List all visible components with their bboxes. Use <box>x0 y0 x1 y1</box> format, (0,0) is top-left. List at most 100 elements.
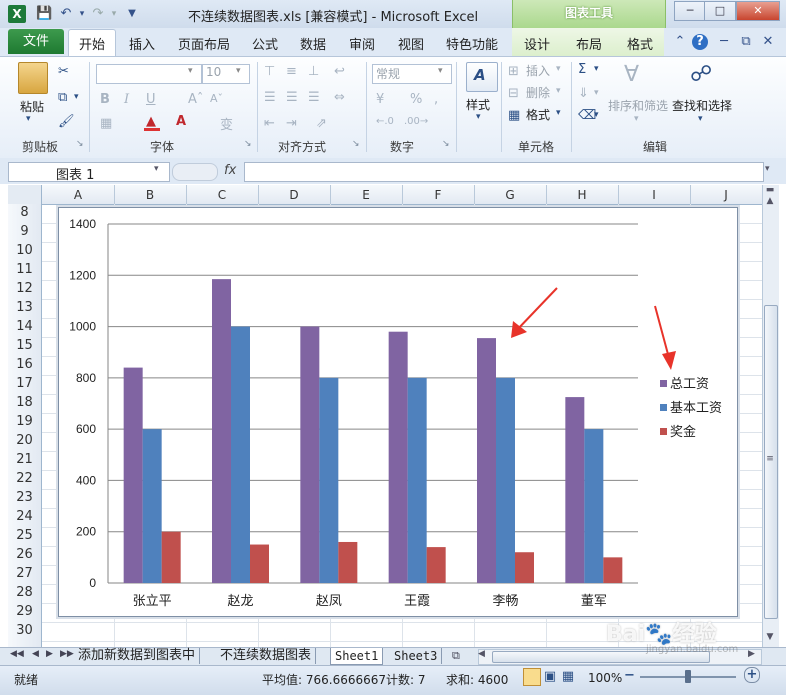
undo-icon[interactable]: ↶ <box>58 6 74 22</box>
collapse-ribbon-icon[interactable]: ⌃ <box>672 34 688 50</box>
decrease-indent-icon[interactable]: ⇤ <box>264 116 275 131</box>
delete-cells-icon[interactable]: ⊟ <box>508 86 519 101</box>
row-header[interactable]: 29 <box>8 604 41 619</box>
autosum-dropdown-icon[interactable]: ▾ <box>594 64 599 74</box>
row-header[interactable]: 9 <box>8 224 41 239</box>
scroll-left-icon[interactable]: ◀ <box>478 649 485 659</box>
tab-review[interactable]: 审阅 <box>349 34 375 53</box>
page-break-view-icon[interactable]: ▦ <box>560 669 576 684</box>
column-header-d[interactable]: D <box>258 188 330 202</box>
redo-icon[interactable]: ↷ <box>90 6 106 22</box>
row-header[interactable]: 16 <box>8 357 41 372</box>
insert-sheet-icon[interactable]: ⧉ <box>452 649 460 663</box>
workbook-minimize-icon[interactable]: ─ <box>716 34 732 50</box>
zoom-in-icon[interactable]: + <box>744 667 760 683</box>
font-color-icon[interactable]: A <box>176 114 186 129</box>
fill-dropdown-icon[interactable]: ▾ <box>594 88 599 98</box>
phonetic-icon[interactable]: 变 <box>220 114 233 133</box>
bar-total-salary[interactable] <box>123 367 143 583</box>
format-painter-icon[interactable]: 🖌 <box>58 114 75 129</box>
sheet-tab[interactable]: 添加新数据到图表中 <box>74 648 201 664</box>
row-header[interactable]: 14 <box>8 319 41 334</box>
workbook-restore-icon[interactable]: ⧉ <box>738 34 754 50</box>
clear-dropdown-icon[interactable]: ▾ <box>594 110 599 120</box>
align-center-icon[interactable]: ☰ <box>286 90 298 105</box>
workbook-close-icon[interactable]: ✕ <box>760 34 776 50</box>
page-layout-view-icon[interactable]: ▣ <box>542 669 558 684</box>
currency-icon[interactable]: ¥ <box>376 92 384 107</box>
bar-base-salary[interactable] <box>319 377 339 583</box>
column-header-f[interactable]: F <box>402 188 474 202</box>
comma-style-icon[interactable]: , <box>434 92 438 107</box>
bar-bonus[interactable] <box>426 547 446 583</box>
bar-base-salary[interactable] <box>496 377 515 583</box>
find-select-icon[interactable]: ☍ <box>690 62 712 87</box>
name-box-dropdown-icon[interactable]: ▾ <box>154 164 159 174</box>
bar-total-salary[interactable] <box>565 397 585 583</box>
bar-total-salary[interactable] <box>388 331 408 583</box>
fill-color-icon[interactable]: ▲ <box>146 114 156 129</box>
find-select-dropdown-icon[interactable]: ▾ <box>698 114 703 124</box>
insert-function-icon[interactable]: fx <box>224 163 236 178</box>
align-right-icon[interactable]: ☰ <box>308 90 320 105</box>
row-header[interactable]: 27 <box>8 566 41 581</box>
close-button[interactable]: ✕ <box>736 1 780 21</box>
font-launcher-icon[interactable]: ↘ <box>244 139 252 149</box>
bar-base-salary[interactable] <box>142 429 162 583</box>
insert-dropdown-icon[interactable]: ▾ <box>556 64 561 74</box>
increase-font-icon[interactable]: Aˆ <box>188 92 203 107</box>
row-header[interactable]: 19 <box>8 414 41 429</box>
row-header[interactable]: 30 <box>8 623 41 638</box>
format-cells-button[interactable]: 格式 <box>526 106 550 123</box>
zoom-out-icon[interactable]: − <box>624 668 635 683</box>
merge-center-icon[interactable]: ⇔ <box>334 90 345 105</box>
align-left-icon[interactable]: ☰ <box>264 90 276 105</box>
scroll-up-icon[interactable]: ▲ <box>764 196 776 206</box>
tab-page-layout[interactable]: 页面布局 <box>178 34 230 53</box>
zoom-slider-handle[interactable] <box>685 670 691 683</box>
redo-dropdown-icon[interactable]: ▾ <box>106 6 122 22</box>
bar-bonus[interactable] <box>161 531 181 583</box>
minimize-button[interactable]: ─ <box>674 1 706 21</box>
bar-base-salary[interactable] <box>231 326 250 583</box>
row-header[interactable]: 25 <box>8 528 41 543</box>
number-launcher-icon[interactable]: ↘ <box>442 139 450 149</box>
sort-filter-button[interactable]: 排序和筛选 <box>608 97 668 114</box>
next-sheet-icon[interactable]: ▶ <box>46 649 53 659</box>
column-header-b[interactable]: B <box>114 188 186 202</box>
bold-button[interactable]: B <box>100 92 110 107</box>
row-header[interactable]: 10 <box>8 243 41 258</box>
scroll-down-icon[interactable]: ▼ <box>764 632 776 642</box>
tab-insert[interactable]: 插入 <box>129 34 155 53</box>
column-header-c[interactable]: C <box>186 188 258 202</box>
delete-dropdown-icon[interactable]: ▾ <box>556 86 561 96</box>
wrap-text-icon[interactable]: ↩ <box>334 64 345 79</box>
bar-total-salary[interactable] <box>300 326 320 583</box>
underline-button[interactable]: U <box>146 92 156 107</box>
number-format-dropdown-icon[interactable]: ▾ <box>438 66 443 76</box>
paste-icon[interactable] <box>18 62 48 94</box>
tab-data[interactable]: 数据 <box>300 34 326 53</box>
column-header-h[interactable]: H <box>546 188 618 202</box>
bar-total-salary[interactable] <box>212 279 231 583</box>
copy-dropdown-icon[interactable]: ▾ <box>74 92 79 102</box>
sheet-tab-active[interactable]: Sheet1 <box>330 648 384 665</box>
tab-chart-layout[interactable]: 布局 <box>576 34 602 53</box>
column-header-g[interactable]: G <box>474 188 546 202</box>
format-dropdown-icon[interactable]: ▾ <box>556 108 561 118</box>
row-header[interactable]: 26 <box>8 547 41 562</box>
row-header[interactable]: 13 <box>8 300 41 315</box>
fill-icon[interactable]: ⇓ <box>578 86 589 101</box>
customize-quick-access-icon[interactable]: ▼ <box>124 6 140 22</box>
prev-sheet-icon[interactable]: ◀ <box>32 649 39 659</box>
bar-total-salary[interactable] <box>477 338 496 583</box>
tab-file[interactable]: 文件 <box>8 29 64 54</box>
insert-cells-icon[interactable]: ⊞ <box>508 64 519 79</box>
row-header[interactable]: 8 <box>8 205 41 220</box>
select-all-corner[interactable] <box>8 185 42 204</box>
row-header[interactable]: 17 <box>8 376 41 391</box>
chart-object[interactable]: 0 200 400 600 800 1000 1200 1400 张立平 赵龙 赵凤 王霞 李畅 董军 … <box>58 207 738 617</box>
bar-bonus[interactable] <box>603 557 623 583</box>
row-header[interactable]: 20 <box>8 433 41 448</box>
sort-filter-icon[interactable]: ∀ <box>624 62 639 87</box>
